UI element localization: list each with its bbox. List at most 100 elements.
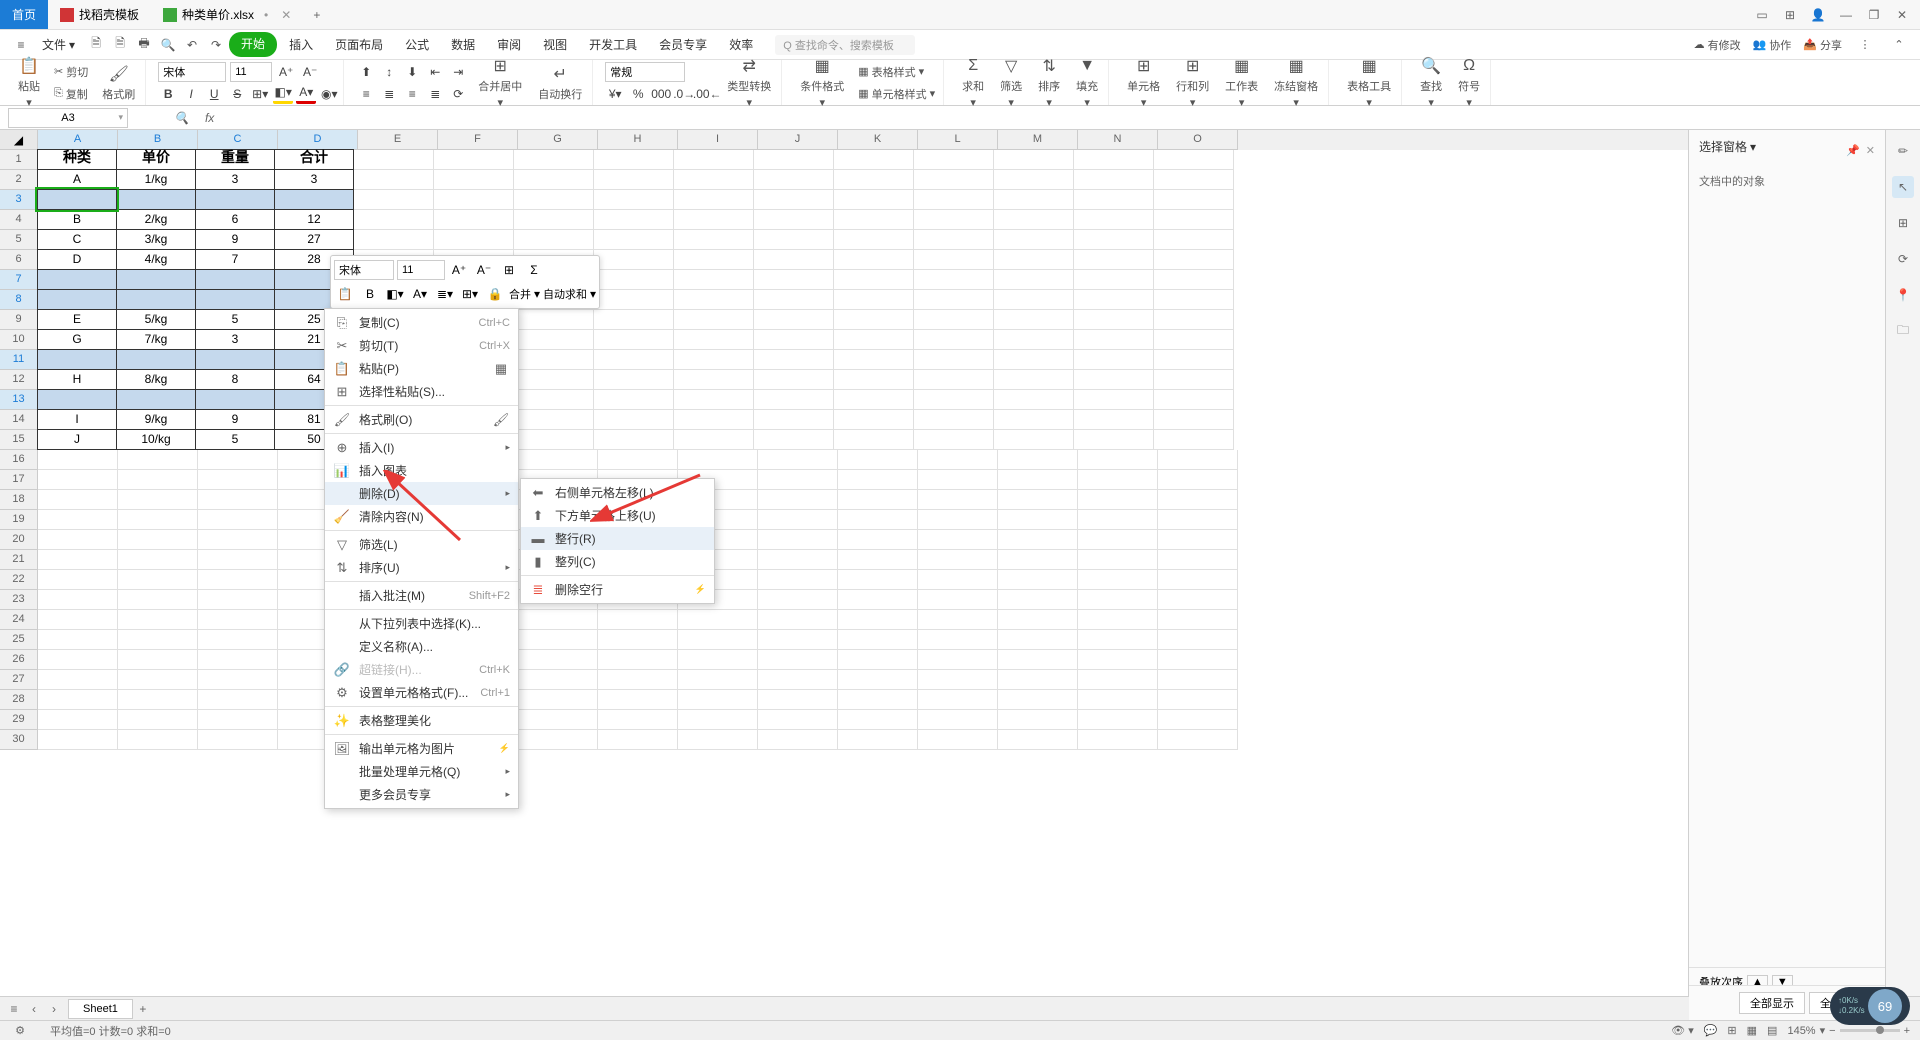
- cell[interactable]: [674, 250, 754, 270]
- cell[interactable]: [354, 170, 434, 190]
- cell[interactable]: [1154, 250, 1234, 270]
- cell[interactable]: [754, 250, 834, 270]
- cell[interactable]: [758, 530, 838, 550]
- row-header[interactable]: 20: [0, 530, 38, 550]
- cell[interactable]: [834, 350, 914, 370]
- cell[interactable]: [914, 230, 994, 250]
- cell[interactable]: [118, 450, 198, 470]
- cell[interactable]: [434, 210, 514, 230]
- cell[interactable]: [1074, 410, 1154, 430]
- cell[interactable]: 6: [195, 209, 275, 230]
- cell[interactable]: [198, 490, 278, 510]
- cell[interactable]: [1154, 190, 1234, 210]
- ctx-export-image[interactable]: 🖼输出单元格为图片⚡: [325, 737, 518, 760]
- ctx-filter[interactable]: ▽筛选(L): [325, 533, 518, 556]
- cell[interactable]: [195, 269, 275, 290]
- cell[interactable]: [1154, 390, 1234, 410]
- delete-blank-rows[interactable]: ≣删除空行⚡: [521, 578, 714, 601]
- cell[interactable]: [674, 430, 754, 450]
- cell[interactable]: [678, 670, 758, 690]
- cell[interactable]: [674, 230, 754, 250]
- row-header[interactable]: 21: [0, 550, 38, 570]
- apps-icon[interactable]: ⊞: [1777, 4, 1803, 26]
- menu-formula[interactable]: 公式: [395, 32, 439, 57]
- rt-backup-icon[interactable]: 🗀: [1892, 320, 1914, 342]
- cell[interactable]: [198, 710, 278, 730]
- menu-view[interactable]: 视图: [533, 32, 577, 57]
- cell[interactable]: [1074, 350, 1154, 370]
- floating-inc-font-icon[interactable]: A⁺: [448, 259, 470, 281]
- sum-button[interactable]: Σ求和▾: [956, 54, 990, 111]
- italic-button[interactable]: I: [181, 84, 201, 104]
- row-header[interactable]: 24: [0, 610, 38, 630]
- cell[interactable]: [118, 570, 198, 590]
- cell[interactable]: [834, 190, 914, 210]
- undo-icon[interactable]: ↶: [181, 34, 203, 56]
- cell[interactable]: [1078, 670, 1158, 690]
- cell[interactable]: [754, 230, 834, 250]
- tab-home[interactable]: 首页: [0, 0, 48, 29]
- cell[interactable]: [514, 370, 594, 390]
- cell[interactable]: [118, 490, 198, 510]
- delete-entire-row[interactable]: ▬整行(R): [521, 527, 714, 550]
- cell[interactable]: 5: [195, 309, 275, 330]
- cell[interactable]: 种类: [37, 149, 117, 170]
- add-tab-button[interactable]: +: [303, 8, 330, 22]
- floating-lock-icon[interactable]: 🔒: [484, 283, 506, 305]
- cell[interactable]: [118, 530, 198, 550]
- cell[interactable]: [594, 150, 674, 170]
- cell[interactable]: [118, 670, 198, 690]
- delete-shift-left[interactable]: ⬅右侧单元格左移(L): [521, 481, 714, 504]
- cell[interactable]: 9: [195, 409, 275, 430]
- floating-font-select[interactable]: [334, 260, 394, 280]
- cell[interactable]: [1154, 290, 1234, 310]
- align-right-icon[interactable]: ≡: [402, 84, 422, 104]
- cell[interactable]: [434, 150, 514, 170]
- row-header[interactable]: 8: [0, 290, 38, 310]
- cell[interactable]: [598, 610, 678, 630]
- cell[interactable]: [1158, 590, 1238, 610]
- cell[interactable]: I: [37, 409, 117, 430]
- cell[interactable]: [914, 190, 994, 210]
- cell[interactable]: [594, 230, 674, 250]
- cell[interactable]: [116, 389, 196, 410]
- close-tab-icon[interactable]: ✕: [281, 8, 291, 22]
- worksheet-button[interactable]: ▦工作表▾: [1219, 54, 1264, 111]
- cell[interactable]: [198, 530, 278, 550]
- cell[interactable]: [758, 650, 838, 670]
- cell[interactable]: [38, 590, 118, 610]
- cell[interactable]: [1074, 150, 1154, 170]
- cell[interactable]: [1074, 250, 1154, 270]
- cell[interactable]: [674, 210, 754, 230]
- col-header-h[interactable]: H: [598, 130, 678, 150]
- col-header-e[interactable]: E: [358, 130, 438, 150]
- cell[interactable]: [598, 450, 678, 470]
- floating-sum-button[interactable]: Σ: [523, 259, 545, 281]
- font-name-select[interactable]: [158, 62, 226, 82]
- cell[interactable]: [118, 690, 198, 710]
- cell[interactable]: [1078, 710, 1158, 730]
- cell[interactable]: 8: [195, 369, 275, 390]
- delete-entire-col[interactable]: ▮整列(C): [521, 550, 714, 573]
- row-header[interactable]: 18: [0, 490, 38, 510]
- cell[interactable]: [1078, 470, 1158, 490]
- cell[interactable]: [38, 490, 118, 510]
- delete-shift-up[interactable]: ⬆下方单元格上移(U): [521, 504, 714, 527]
- conditional-format-button[interactable]: ▦条件格式▾: [794, 54, 850, 111]
- copy-button[interactable]: ⎘ 复制: [50, 84, 92, 104]
- cell[interactable]: [998, 490, 1078, 510]
- row-header[interactable]: 29: [0, 710, 38, 730]
- cell[interactable]: [1074, 330, 1154, 350]
- cell[interactable]: [674, 270, 754, 290]
- cell[interactable]: [38, 610, 118, 630]
- cell[interactable]: [198, 590, 278, 610]
- align-bottom-icon[interactable]: ⬇: [402, 62, 422, 82]
- increase-decimal-icon[interactable]: .0→: [674, 84, 694, 104]
- cell[interactable]: 4/kg: [116, 249, 196, 270]
- number-format-select[interactable]: [605, 62, 685, 82]
- formula-input[interactable]: [222, 106, 1920, 129]
- sheet-prev-icon[interactable]: ‹: [24, 999, 44, 1019]
- cell[interactable]: [1078, 550, 1158, 570]
- row-header[interactable]: 2: [0, 170, 38, 190]
- col-header-f[interactable]: F: [438, 130, 518, 150]
